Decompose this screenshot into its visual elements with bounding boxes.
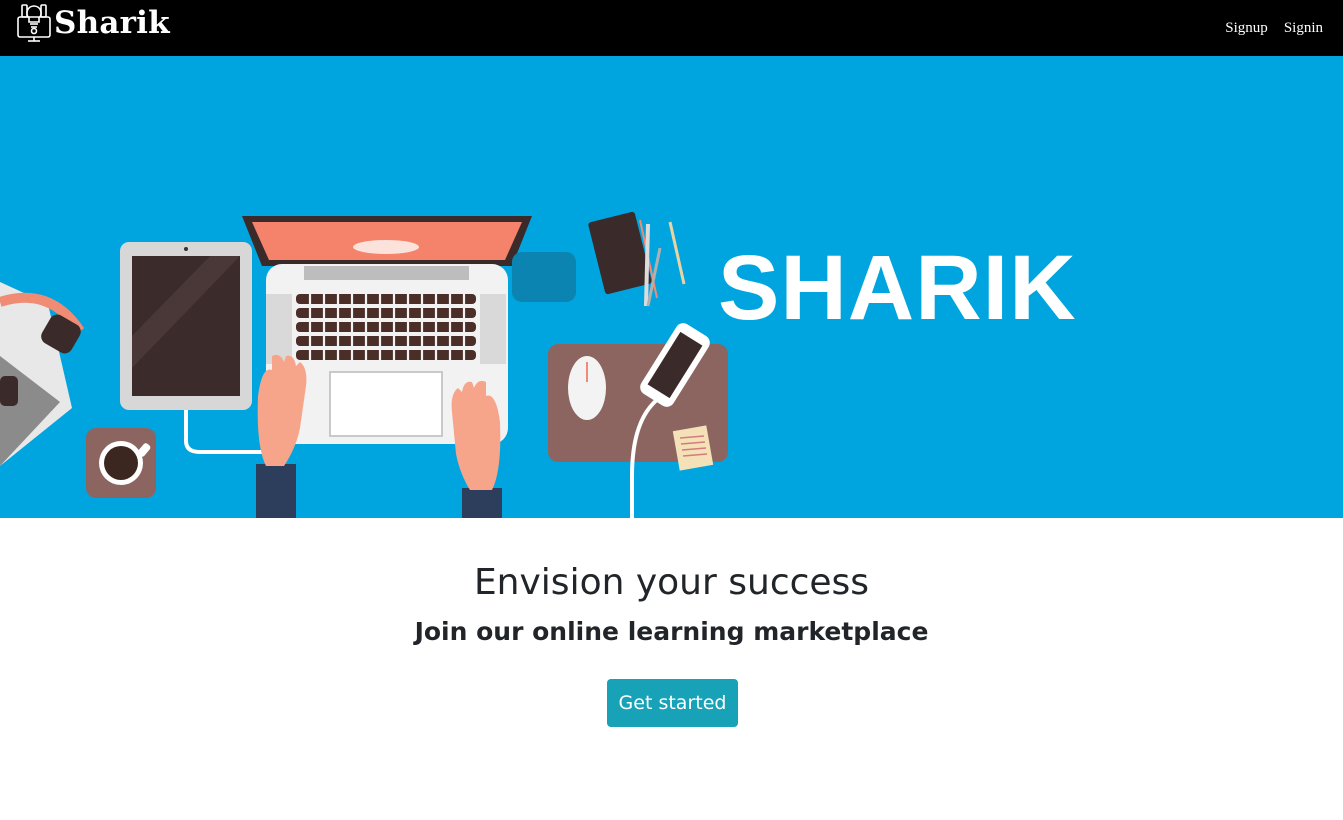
tablet-icon (120, 242, 262, 454)
desk-workspace-illustration (0, 211, 728, 518)
signin-link[interactable]: Signin (1284, 19, 1323, 37)
headline: Envision your success (473, 562, 870, 603)
hero-title: SHARIK (718, 237, 1077, 339)
subheadline: Join our online learning marketplace (414, 617, 929, 646)
headphones-icon (0, 282, 85, 466)
brand-name: Sharik (54, 5, 170, 41)
top-navbar: Sharik Signup Signin (0, 0, 1343, 56)
coffee-cup-icon (86, 428, 156, 498)
lightbulb-computer-logo-icon (17, 4, 51, 42)
nav-links: Signup Signin (1225, 19, 1323, 37)
notebook-icon (588, 211, 686, 307)
hero-banner: SHARIK (0, 56, 1343, 518)
brand-link[interactable]: Sharik (16, 3, 170, 43)
signup-link[interactable]: Signup (1225, 19, 1268, 37)
hard-drive-icon (512, 252, 576, 302)
get-started-button[interactable]: Get started (607, 679, 738, 727)
mousepad-icon (548, 323, 728, 518)
